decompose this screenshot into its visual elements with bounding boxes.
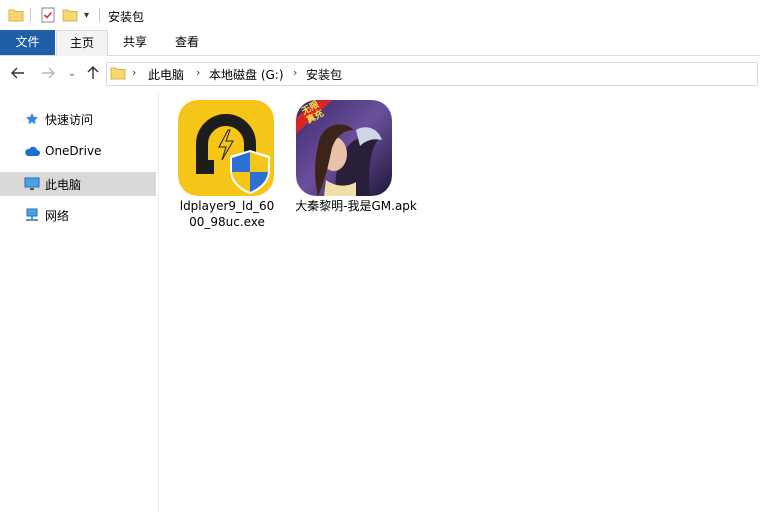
sidebar-item-onedrive[interactable]: OneDrive [0,139,156,163]
breadcrumb-chevron-icon[interactable]: › [196,66,200,79]
file-name-game-apk[interactable]: 大秦黎明-我是GM.apk [286,198,426,214]
tab-view[interactable]: 查看 [162,30,212,55]
customize-toolbar-icon[interactable]: ▾ [84,7,89,23]
new-folder-icon[interactable] [62,7,78,23]
address-folder-icon [110,66,126,83]
sidebar-item-label: OneDrive [45,144,102,158]
tab-file[interactable]: 文件 [0,30,55,55]
breadcrumb-current-folder[interactable]: 安装包 [306,66,342,83]
toolbar-separator [30,8,31,22]
network-icon [24,207,40,223]
file-name-line: ldplayer9_ld_60 [179,199,275,213]
toolbar-separator [99,8,100,22]
computer-icon [24,176,40,192]
ldplayer-app-icon[interactable] [178,100,274,196]
file-name-ldplayer[interactable]: ldplayer9_ld_60 00_98uc.exe [172,198,282,230]
sidebar-item-label: 快速访问 [45,112,94,127]
breadcrumb-local-disk[interactable]: 本地磁盘 (G:) [209,66,284,83]
properties-icon[interactable] [40,7,56,23]
breadcrumb-this-pc[interactable]: 此电脑 [148,66,184,83]
up-arrow-icon[interactable] [83,62,103,84]
sidebar-item-label: 网络 [45,208,70,223]
sidebar-item-network[interactable]: 网络 [0,203,156,227]
cloud-icon [24,143,40,159]
folder-icon[interactable] [8,7,24,23]
recent-locations-chevron-icon[interactable]: ⌄ [62,62,82,84]
window-title: 安装包 [108,10,145,24]
breadcrumb-chevron-icon[interactable]: › [132,66,136,79]
sidebar-item-quick-access[interactable]: 快速访问 [0,107,156,131]
tab-share[interactable]: 共享 [110,30,160,55]
sidebar-item-this-pc[interactable]: 此电脑 [0,172,156,196]
back-arrow-icon[interactable] [8,62,28,84]
file-name-line: 00_98uc.exe [189,215,265,229]
forward-arrow-icon[interactable] [38,62,58,84]
address-bar[interactable] [106,62,758,86]
tab-home[interactable]: 主页 [56,30,108,56]
sidebar-item-label: 此电脑 [45,177,82,192]
star-icon [24,111,40,127]
breadcrumb-chevron-icon[interactable]: › [293,66,297,79]
